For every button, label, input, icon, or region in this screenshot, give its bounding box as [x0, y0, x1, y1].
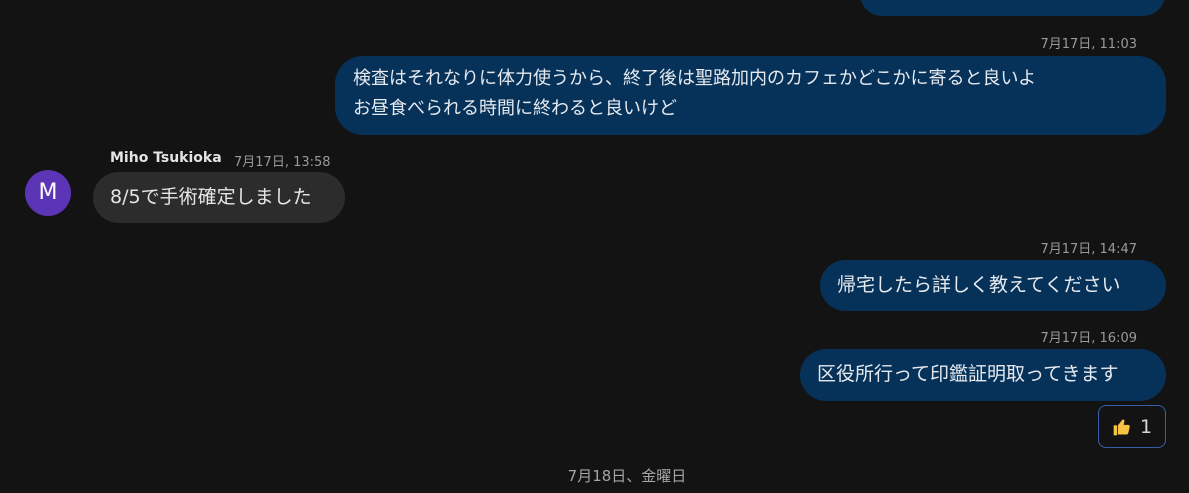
message-bubble-partial[interactable] [860, 0, 1165, 16]
message-bubble[interactable]: 検査はそれなりに体力使うから、終了後は聖路加内のカフェかどこかに寄ると良いよ お… [335, 56, 1166, 135]
message-timestamp: 7月17日, 13:58 [234, 155, 331, 170]
date-divider: 7月18日、金曜日 [567, 467, 687, 485]
message-text: 帰宅したら詳しく教えてください [837, 274, 1121, 296]
sender-name: Miho Tsukioka [110, 150, 222, 166]
thumbs-up-icon [1113, 419, 1130, 435]
message-timestamp: 7月17日, 16:09 [1040, 331, 1137, 346]
avatar[interactable]: M [25, 170, 71, 216]
message-text: 区役所行って印鑑証明取ってきます [817, 363, 1119, 385]
message-text-line: 検査はそれなりに体力使うから、終了後は聖路加内のカフェかどこかに寄ると良いよ [353, 68, 1037, 89]
message-bubble[interactable]: 帰宅したら詳しく教えてください [820, 260, 1166, 311]
message-bubble[interactable]: 8/5で手術確定しました [93, 172, 345, 223]
message-timestamp: 7月17日, 11:03 [1040, 37, 1137, 52]
message-timestamp: 7月17日, 14:47 [1040, 242, 1137, 257]
reaction-count: 1 [1139, 415, 1153, 438]
chat-thread: 7月17日, 11:03 検査はそれなりに体力使うから、終了後は聖路加内のカフェ… [0, 0, 1189, 493]
message-bubble[interactable]: 区役所行って印鑑証明取ってきます [800, 349, 1166, 401]
message-text-line: お昼食べられる時間に終わると良いけど [353, 98, 677, 119]
reaction-chip[interactable]: 1 [1098, 405, 1166, 448]
message-text: 8/5で手術確定しました [110, 186, 312, 208]
